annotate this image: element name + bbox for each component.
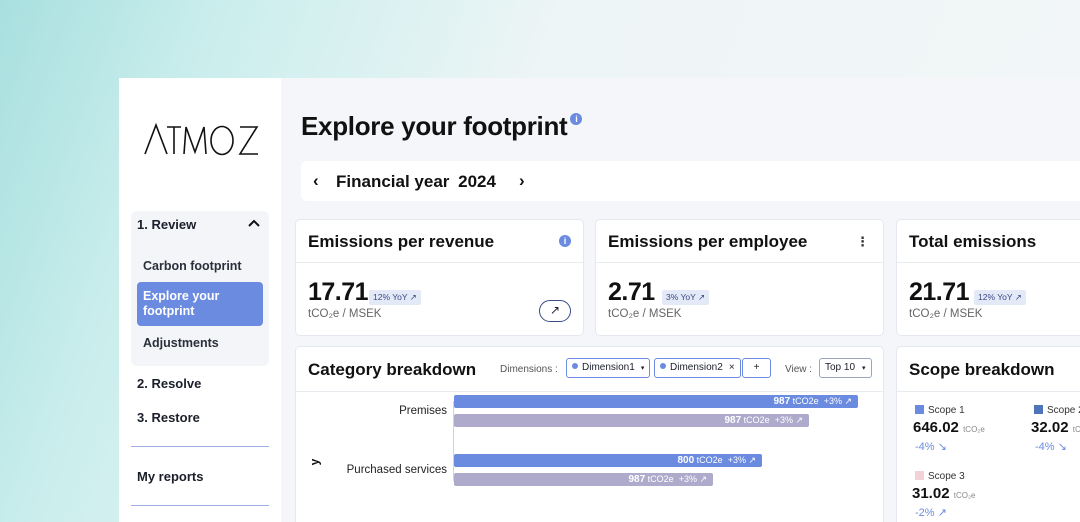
- review-header[interactable]: 1. Review: [137, 217, 196, 232]
- bar-value-label: 800 tCO2e +3% ↗: [677, 455, 756, 466]
- kpi-title: Emissions per revenue: [308, 232, 495, 251]
- category-bar-previous[interactable]: 987 tCO2e +3% ↗: [454, 473, 713, 486]
- scope-change: -2% ↗: [915, 507, 947, 519]
- view-select-value: Top 10: [825, 362, 856, 373]
- chevron-down-icon: ▾: [862, 365, 866, 372]
- kpi-unit: tCO₂e / MSEK: [909, 308, 983, 320]
- category-breakdown-title: Category breakdown: [308, 360, 477, 379]
- card-divider: [897, 262, 1080, 263]
- kpi-title: Emissions per employee: [608, 232, 808, 251]
- category-bar-previous[interactable]: 987 tCO2e +3% ↗: [454, 414, 809, 427]
- kpi-value: 2.71: [608, 278, 655, 306]
- add-dimension-button[interactable]: +: [742, 358, 771, 378]
- sidebar-item-resolve[interactable]: 2. Resolve: [137, 376, 201, 391]
- sidebar-item-my-reports[interactable]: My reports: [137, 469, 203, 484]
- scope-2-swatch: [1034, 405, 1043, 414]
- chevron-up-icon[interactable]: [247, 217, 261, 231]
- card-divider: [296, 391, 883, 392]
- sidebar-item-carbon-footprint[interactable]: Carbon footprint: [137, 259, 263, 273]
- dimension-chip-label: Dimension2: [670, 362, 723, 373]
- card-divider: [596, 262, 883, 263]
- bar-value-label: 987 tCO2e +3% ↗: [724, 415, 803, 426]
- kpi-card-emissions-per-revenue: Emissions per revenue i 17.71 12% YoY ↗ …: [295, 219, 584, 336]
- chevron-down-icon: ▾: [640, 365, 645, 372]
- dimension-chip[interactable]: Dimension2 ×: [654, 358, 741, 378]
- info-icon[interactable]: i: [559, 235, 571, 247]
- category-bar[interactable]: 800 tCO2e +3% ↗: [454, 454, 762, 467]
- financial-year-selector: ‹ Financial year 2024 ›: [301, 161, 1080, 201]
- dimension-chip-label: Dimension1: [582, 362, 635, 373]
- kpi-title: Total emissions: [909, 232, 1037, 251]
- sidebar-item-adjustments[interactable]: Adjustments: [137, 336, 263, 350]
- page-title-text: Explore your footprint: [301, 111, 568, 141]
- scope-change: -4% ↘: [915, 441, 947, 453]
- kpi-unit: tCO₂e / MSEK: [308, 308, 382, 320]
- scope-legend-item[interactable]: Scope 2: [1034, 405, 1080, 416]
- kpi-value: 17.71: [308, 278, 369, 306]
- dimensions-label: Dimensions :: [500, 364, 558, 375]
- sidebar-item-restore[interactable]: 3. Restore: [137, 410, 200, 425]
- sidebar-divider: [131, 446, 269, 447]
- view-label: View :: [785, 364, 813, 375]
- more-options-icon[interactable]: ⋮: [856, 234, 869, 250]
- category-breakdown-card: Category breakdown Dimensions : Dimensio…: [295, 346, 884, 522]
- card-divider: [296, 262, 583, 263]
- scope-value: 646.02 tCO₂e: [913, 419, 985, 436]
- scope-breakdown-card: Scope breakdown Scope 1 646.02 tCO₂e -4%…: [896, 346, 1080, 522]
- view-select[interactable]: Top 10 ▾: [819, 358, 872, 378]
- dimension-dot-icon: [572, 363, 578, 369]
- scope-breakdown-title: Scope breakdown: [909, 360, 1055, 379]
- open-details-button[interactable]: ↗: [539, 300, 571, 322]
- kpi-value: 21.71: [909, 278, 970, 306]
- arrow-up-right-icon: ↗: [549, 303, 561, 317]
- scope-1-swatch: [915, 405, 924, 414]
- bar-value-label: 987 tCO2e +3% ↗: [773, 396, 852, 407]
- app-window: 1. Review Carbon footprint Explore your …: [119, 78, 1080, 522]
- scope-value: 32.02 tC: [1031, 419, 1080, 436]
- sidebar-item-explore-footprint[interactable]: Explore your footprint: [137, 282, 263, 326]
- financial-year-value: 2024: [458, 172, 496, 191]
- financial-year-label: Financial year 2024: [336, 172, 496, 192]
- dimension-chip[interactable]: Dimension1 ▾: [566, 358, 651, 378]
- category-label: Purchased services: [346, 464, 447, 476]
- kpi-card-emissions-per-employee: Emissions per employee ⋮ 2.71 3% YoY ↗ t…: [595, 219, 884, 336]
- info-icon[interactable]: i: [570, 113, 583, 125]
- sidebar-divider: [131, 505, 269, 506]
- sidebar: 1. Review Carbon footprint Explore your …: [119, 78, 281, 522]
- chevron-right-icon[interactable]: ›: [519, 171, 525, 191]
- card-divider: [897, 391, 1080, 392]
- category-label: Premises: [399, 405, 447, 417]
- scope-3-swatch: [915, 471, 924, 480]
- financial-year-text: Financial year: [336, 172, 450, 191]
- scope-legend-item[interactable]: Scope 1: [915, 405, 965, 416]
- close-icon[interactable]: ×: [729, 362, 735, 373]
- dimension-dot-icon: [660, 363, 666, 369]
- kpi-card-total-emissions: Total emissions 21.71 12% YoY ↗ tCO₂e / …: [896, 219, 1080, 336]
- yoy-badge: 12% YoY ↗: [974, 290, 1026, 305]
- yoy-badge: 3% YoY ↗: [662, 290, 710, 305]
- scope-value: 31.02 tCO₂e: [912, 485, 976, 502]
- scope-change: -4% ↘: [1035, 441, 1067, 453]
- page-title: Explore your footprint i: [301, 111, 583, 142]
- review-section: 1. Review Carbon footprint Explore your …: [131, 211, 269, 366]
- yoy-badge: 12% YoY ↗: [369, 290, 421, 305]
- chart-axis: [453, 401, 454, 481]
- category-bar[interactable]: 987 tCO2e +3% ↗: [454, 395, 858, 408]
- chevron-left-icon[interactable]: ‹: [313, 171, 319, 191]
- kpi-unit: tCO₂e / MSEK: [608, 308, 682, 320]
- bar-value-label: 987 tCO2e +3% ↗: [628, 474, 707, 485]
- scope-legend-item[interactable]: Scope 3: [915, 471, 965, 482]
- atmoz-logo[interactable]: [143, 122, 261, 161]
